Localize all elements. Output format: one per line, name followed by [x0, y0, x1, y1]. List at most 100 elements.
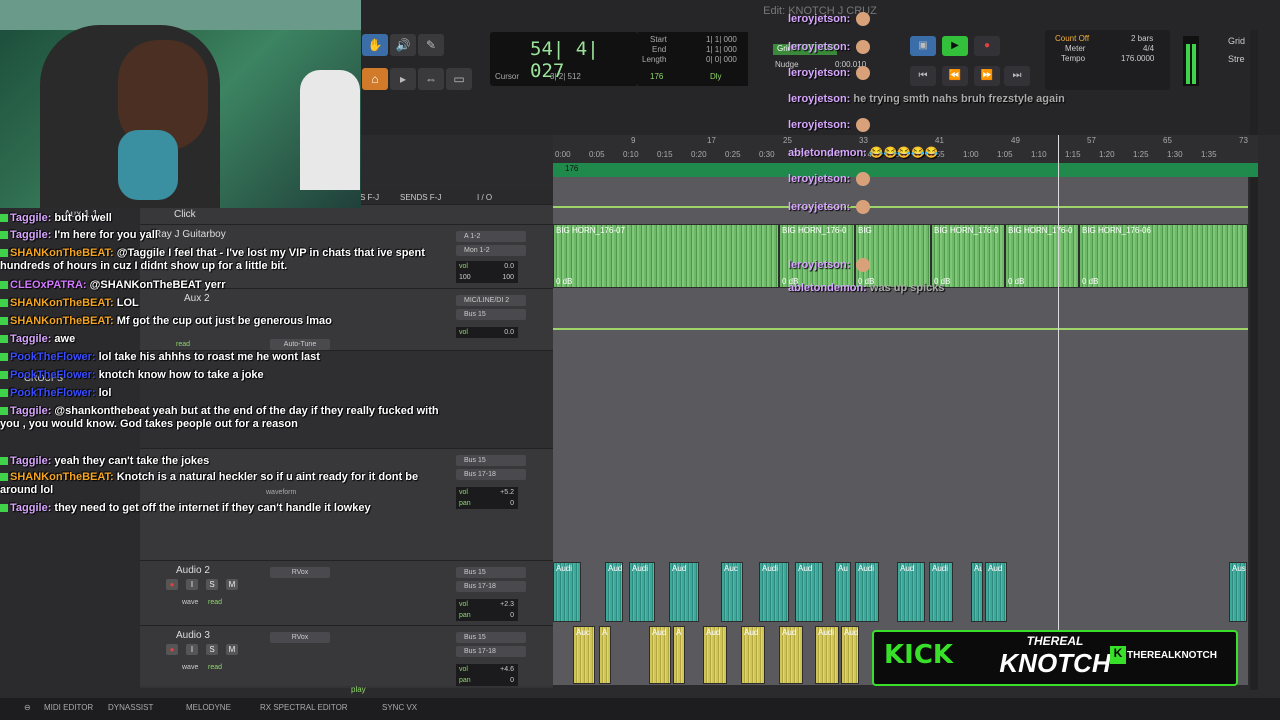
track-audio-3[interactable]: Audio 3 ● I S M wave read RVox Bus 15 Bu…	[140, 625, 553, 686]
volume-pan-box[interactable]: vol +5.2 pan 0	[456, 487, 518, 509]
chat-username[interactable]: SHANKonTheBEAT:	[10, 297, 117, 309]
audio-clip[interactable]: Audi	[759, 562, 789, 622]
chat-username[interactable]: leroyjetson:	[788, 67, 850, 79]
audio-clip[interactable]: Audi	[855, 562, 879, 622]
pencil-tool-icon[interactable]: ✎	[418, 34, 444, 56]
menu-icon[interactable]: ⊖	[24, 703, 31, 712]
stretch-mode-label[interactable]: Stre	[1228, 54, 1245, 64]
automation-mode[interactable]: read	[208, 664, 222, 671]
track-audio-2[interactable]: Audio 2 ● I S M wave read RVox Bus 15 Bu…	[140, 560, 553, 625]
input-selector[interactable]: Bus 15	[456, 632, 526, 643]
audio-clip[interactable]: Audi	[929, 562, 953, 622]
audio-clip[interactable]: BIG HORN_176-07 0 dB	[553, 224, 779, 288]
chat-username[interactable]: leroyjetson:	[788, 119, 850, 131]
output-selector[interactable]: Mon 1-2	[456, 245, 526, 256]
speaker-icon[interactable]: 🔊	[390, 34, 416, 56]
chat-username[interactable]: SHANKonTheBEAT:	[10, 247, 117, 259]
bottom-tab-midi-editor[interactable]: MIDI EDITOR	[44, 703, 93, 712]
chat-username[interactable]: leroyjetson:	[788, 201, 850, 213]
audio-clip[interactable]: Audi	[629, 562, 655, 622]
audio-clip[interactable]: Aud	[841, 626, 859, 684]
chat-username[interactable]: Taggile:	[10, 405, 54, 417]
chat-username[interactable]: CLEOxPATRA:	[10, 279, 90, 291]
chat-username[interactable]: abletondemon:	[788, 147, 867, 159]
audio-clip[interactable]: Aud	[741, 626, 765, 684]
vol-value[interactable]: +4.6	[500, 664, 514, 675]
start-value[interactable]: 1| 1| 000	[706, 35, 737, 44]
end-value[interactable]: 1| 1| 000	[706, 45, 737, 54]
vol-value[interactable]: +5.2	[500, 487, 514, 498]
input-selector[interactable]: Bus 15	[456, 455, 526, 466]
smart-tool-icon[interactable]: ⌂	[362, 68, 388, 90]
link-icon[interactable]: ⇔	[418, 68, 444, 90]
grabber-tool-icon[interactable]: ✋	[362, 34, 388, 56]
track-view[interactable]: wave	[182, 664, 198, 671]
solo-button[interactable]: S	[206, 644, 218, 655]
input-monitor-button[interactable]: I	[186, 579, 198, 590]
output-selector[interactable]: Bus 15	[456, 309, 526, 320]
chat-username[interactable]: SHANKonTheBEAT:	[10, 315, 117, 327]
input-monitor-button[interactable]: I	[186, 644, 198, 655]
pan-value[interactable]: 0	[510, 675, 514, 686]
tab-to-transient-icon[interactable]: ▸	[390, 68, 416, 90]
selection-panel[interactable]: Start End Length 1| 1| 000 1| 1| 000 0| …	[638, 32, 748, 86]
pan-left[interactable]: 100	[456, 274, 471, 281]
output-selector[interactable]: Bus 17-18	[456, 646, 526, 657]
bottom-tab-rx-spectral[interactable]: RX SPECTRAL EDITOR	[260, 703, 348, 712]
audio-2-lane[interactable]: Audi Aud Audi Aud Auc Audi Aud Au Audi Aud Audi Aud…	[553, 562, 1248, 622]
plugin-insert[interactable]: RVox	[270, 632, 330, 643]
track-view[interactable]: wave	[182, 599, 198, 606]
audio-clip[interactable]: Aud	[649, 626, 671, 684]
audio-clip[interactable]: Aud	[779, 626, 803, 684]
audio-clip[interactable]: Au	[835, 562, 851, 622]
mute-button[interactable]: M	[226, 579, 238, 590]
bottom-tab-melodyne[interactable]: MELODYNE	[186, 703, 231, 712]
chat-username[interactable]: Taggile:	[10, 455, 54, 467]
volume-pan-box[interactable]: vol 0.0 100 100	[456, 261, 518, 283]
grid-mode-label[interactable]: Grid	[1228, 36, 1245, 46]
audio-clip[interactable]: A	[599, 626, 611, 684]
main-counter[interactable]: 54| 4| 027 Cursor 3| 2| 512	[490, 32, 638, 86]
chat-username[interactable]: Taggile:	[10, 502, 54, 514]
record-arm-button[interactable]: ●	[166, 644, 178, 655]
input-selector[interactable]: MIC/LINE/DI 2	[456, 295, 526, 306]
vertical-scrollbar[interactable]	[1250, 30, 1258, 690]
audio-clip[interactable]: Aus	[1229, 562, 1247, 622]
audio-clip[interactable]: Aud	[795, 562, 823, 622]
automation-mode[interactable]: read	[208, 599, 222, 606]
track-name[interactable]: Audio 2	[176, 565, 210, 576]
vol-value[interactable]: +2.3	[500, 599, 514, 610]
audio-clip[interactable]: Audi	[553, 562, 581, 622]
audio-clip[interactable]: Audi	[815, 626, 839, 684]
volume-pan-box[interactable]: vol +4.6 pan 0	[456, 664, 518, 686]
audio-clip[interactable]: Aud	[897, 562, 925, 622]
bottom-tab-sync-vx[interactable]: SYNC VX	[382, 703, 417, 712]
chat-username[interactable]: PookTheFlower:	[10, 351, 99, 363]
chat-username[interactable]: leroyjetson:	[788, 173, 850, 185]
audio-clip[interactable]: A	[673, 626, 685, 684]
audio-clip[interactable]: Auc	[573, 626, 595, 684]
solo-button[interactable]: S	[206, 579, 218, 590]
mute-button[interactable]: M	[226, 644, 238, 655]
record-arm-button[interactable]: ●	[166, 579, 178, 590]
vol-value[interactable]: 0.0	[504, 261, 514, 272]
bottom-tab-dynassist[interactable]: DYNASSIST	[108, 703, 153, 712]
audio-clip[interactable]: Aud	[703, 626, 727, 684]
chat-username[interactable]: leroyjetson:	[788, 259, 850, 271]
chat-username[interactable]: SHANKonTheBEAT:	[10, 471, 117, 483]
audio-clip[interactable]: Aud	[971, 562, 983, 622]
chat-username[interactable]: abletondemon:	[788, 282, 867, 294]
meter-value[interactable]: 4/4	[1143, 44, 1154, 53]
input-selector[interactable]: Bus 15	[456, 567, 526, 578]
chat-username[interactable]: leroyjetson:	[788, 41, 850, 53]
clip-gain[interactable]: 0 dB	[556, 277, 572, 286]
tempo-value[interactable]: 176.0000	[1121, 54, 1154, 63]
volume-box[interactable]: vol 0.0	[456, 327, 518, 338]
volume-pan-box[interactable]: vol +2.3 pan 0	[456, 599, 518, 621]
track-name[interactable]: Audio 3	[176, 630, 210, 641]
output-selector[interactable]: Bus 17-18	[456, 469, 526, 480]
audio-clip[interactable]: Auc	[721, 562, 743, 622]
vol-value[interactable]: 0.0	[504, 327, 514, 338]
input-selector[interactable]: A 1-2	[456, 231, 526, 242]
audio-clip[interactable]: Aud	[669, 562, 699, 622]
